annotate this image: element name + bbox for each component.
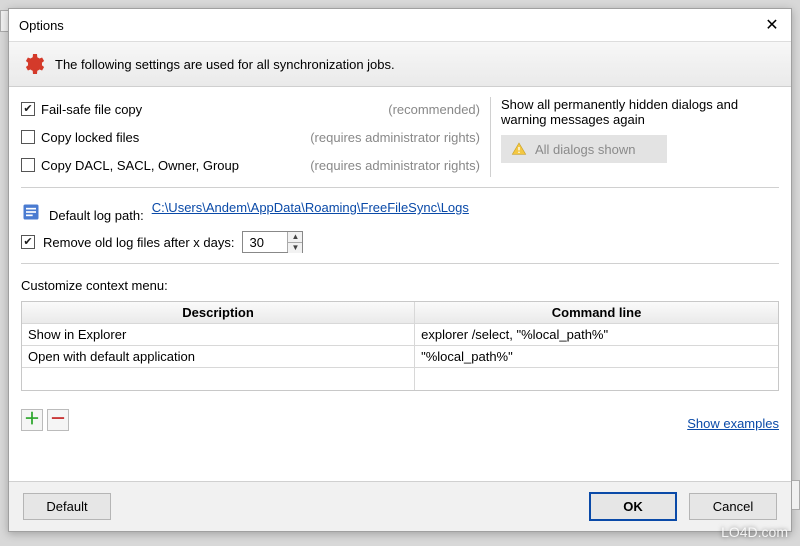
checkbox-icon[interactable] [21, 130, 35, 144]
cell-description[interactable] [22, 368, 415, 390]
checkbox-icon[interactable] [21, 158, 35, 172]
separator [21, 263, 779, 264]
context-menu-table: Description Command line Show in Explore… [21, 301, 779, 391]
option-label: Fail-safe file copy [41, 102, 142, 117]
col-description: Description [22, 302, 415, 323]
cell-command[interactable]: "%local_path%" [415, 346, 778, 367]
table-row[interactable]: Open with default application "%local_pa… [22, 345, 778, 367]
option-hint: (requires administrator rights) [310, 130, 480, 145]
table-row[interactable]: Show in Explorer explorer /select, "%loc… [22, 323, 778, 345]
gear-icon [21, 52, 45, 76]
days-spinner[interactable]: ▲ ▼ [242, 231, 303, 253]
checkbox-icon[interactable] [21, 102, 35, 116]
footer: Default OK Cancel [9, 481, 791, 531]
days-input[interactable] [243, 232, 287, 252]
spinner-up-icon[interactable]: ▲ [288, 232, 302, 242]
show-examples-link[interactable]: Show examples [687, 416, 779, 431]
all-dialogs-shown-button[interactable]: All dialogs shown [501, 135, 667, 163]
background-app-fragment [0, 10, 8, 32]
option-dacl[interactable]: Copy DACL, SACL, Owner, Group (requires … [21, 153, 480, 177]
cell-command[interactable] [415, 368, 778, 390]
option-failsafe[interactable]: Fail-safe file copy (recommended) [21, 97, 480, 121]
cell-description[interactable]: Open with default application [22, 346, 415, 367]
remove-old-logs-row: Remove old log files after x days: ▲ ▼ [21, 231, 779, 253]
context-menu-label: Customize context menu: [21, 278, 779, 293]
separator [21, 187, 779, 188]
minus-icon: － [50, 412, 66, 428]
checkbox-icon[interactable] [21, 235, 35, 249]
col-command: Command line [415, 302, 778, 323]
option-hint: (requires administrator rights) [310, 158, 480, 173]
table-header: Description Command line [22, 302, 778, 323]
log-path-link[interactable]: C:\Users\Andem\AppData\Roaming\FreeFileS… [152, 198, 469, 218]
options-dialog: Options ✕ The following settings are use… [8, 8, 792, 532]
button-label: All dialogs shown [535, 142, 635, 157]
spinner-down-icon[interactable]: ▼ [288, 242, 302, 253]
content-area: Fail-safe file copy (recommended) Copy l… [9, 87, 791, 481]
table-row-empty[interactable] [22, 367, 778, 390]
cell-command[interactable]: explorer /select, "%local_path%" [415, 324, 778, 345]
option-label: Copy locked files [41, 130, 139, 145]
cell-description[interactable]: Show in Explorer [22, 324, 415, 345]
close-icon[interactable]: ✕ [763, 15, 781, 35]
log-file-icon [21, 202, 41, 222]
add-row-button[interactable]: ＋ [21, 409, 43, 431]
titlebar: Options ✕ [9, 9, 791, 42]
log-path-row: Default log path: C:\Users\Andem\AppData… [21, 198, 779, 223]
plus-icon: ＋ [24, 412, 40, 428]
ok-button[interactable]: OK [589, 492, 677, 521]
hidden-dialogs-text: Show all permanently hidden dialogs and … [501, 97, 779, 127]
remove-old-logs-label: Remove old log files after x days: [43, 235, 234, 250]
log-path-label: Default log path: [49, 208, 144, 223]
option-hint: (recommended) [388, 102, 480, 117]
vertical-separator [490, 97, 491, 177]
banner-text: The following settings are used for all … [55, 57, 395, 72]
warning-icon [511, 141, 527, 157]
cancel-button[interactable]: Cancel [689, 493, 777, 520]
remove-row-button[interactable]: － [47, 409, 69, 431]
option-locked[interactable]: Copy locked files (requires administrato… [21, 125, 480, 149]
background-app-fragment [792, 480, 800, 510]
header-banner: The following settings are used for all … [9, 42, 791, 87]
option-label: Copy DACL, SACL, Owner, Group [41, 158, 239, 173]
default-button[interactable]: Default [23, 493, 111, 520]
window-title: Options [19, 18, 64, 33]
